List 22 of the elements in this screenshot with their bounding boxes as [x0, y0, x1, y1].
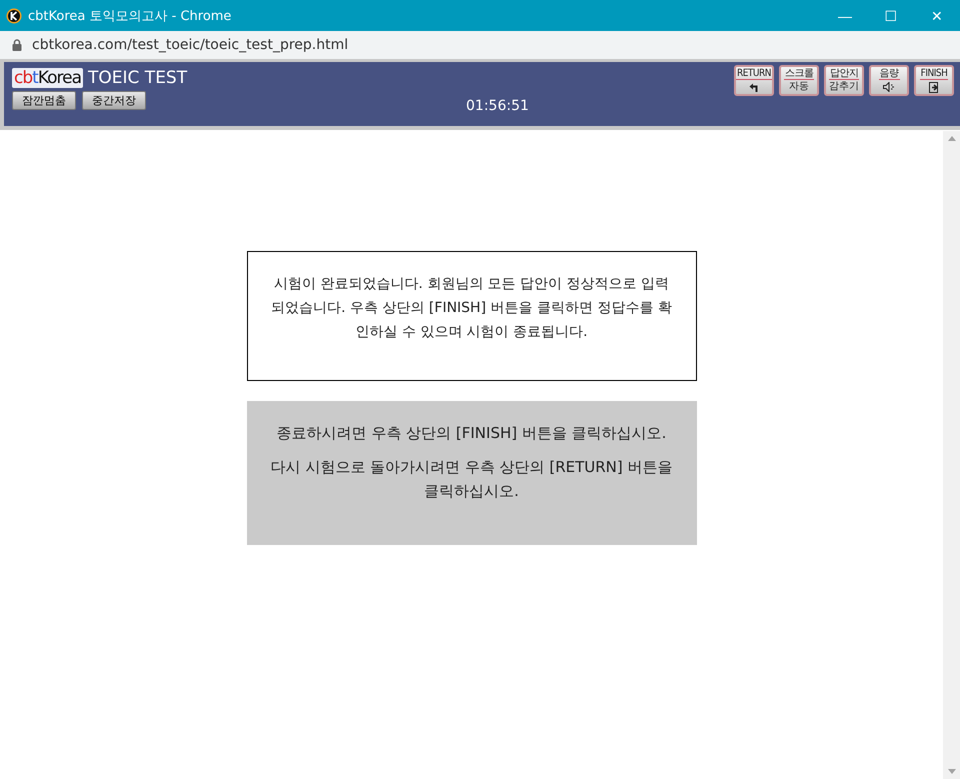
brand-logo: cbtKorea [12, 68, 84, 88]
window-title: cbtKorea 토익모의고사 - Chrome [28, 8, 232, 24]
tool-button[interactable]: 스크롤 자동 [779, 65, 819, 96]
exit-icon [928, 82, 940, 93]
toolbar-button[interactable]: 중간저장 [82, 91, 146, 110]
timer: 01:56:51 [466, 98, 529, 114]
completion-message: 시험이 완료되었습니다. 회원님의 모든 답안이 정상적으로 입력되었습니다. 우측 상단의 [FINISH] 버튼을 클릭하면 정답수를 확인하실 수 있으며 시험이 종료됩니다. [270, 275, 673, 342]
app-logo-icon [6, 8, 22, 24]
tool-button[interactable]: 답안지 감추기 [824, 65, 864, 96]
tool-button[interactable]: 음량 [869, 65, 909, 96]
app-title: TOEIC TEST [88, 68, 188, 88]
return-icon [749, 82, 759, 92]
instruction-text: 다시 시험으로 돌아가시려면 우측 상단의 [RETURN] 버튼을 클릭하십시오. [270, 457, 674, 502]
speaker-icon [883, 82, 895, 92]
toolbar-button[interactable]: 잠깐멈춤 [12, 91, 76, 110]
scroll-up-icon [948, 136, 956, 141]
tool-button[interactable]: RETURN [734, 65, 774, 96]
scroll-down-icon [948, 769, 956, 774]
tool-button[interactable]: FINISH [914, 65, 954, 96]
instruction-text: 종료하시려면 우측 상단의 [FINISH] 버튼을 클릭하십시오. [276, 423, 668, 444]
lock-icon [12, 39, 22, 51]
url-text[interactable]: cbtkorea.com/test_toeic/toeic_test_prep.html [32, 37, 348, 53]
